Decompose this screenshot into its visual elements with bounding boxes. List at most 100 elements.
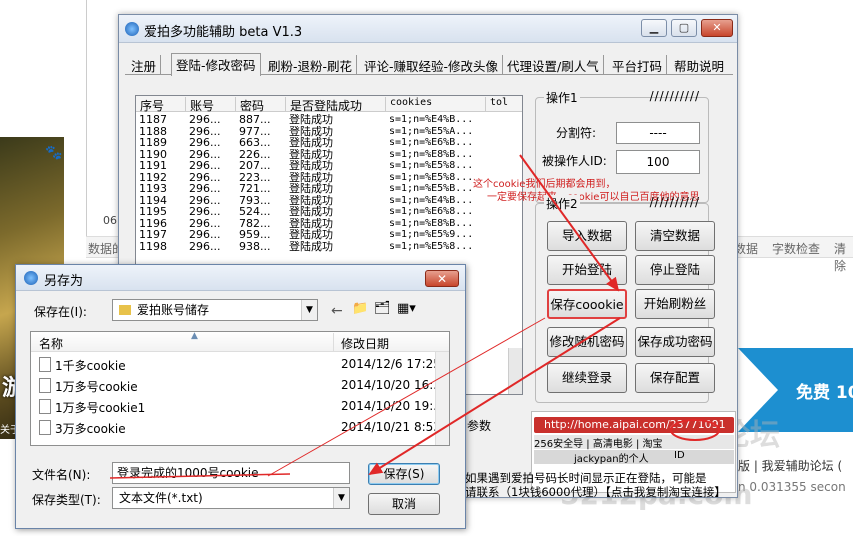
change-random-password-button[interactable]: 修改随机密码 (547, 327, 627, 357)
filetype-select[interactable]: 文本文件(*.txt) ▼ (112, 487, 350, 509)
file-date: 2014/10/20 19:... (341, 399, 445, 413)
save-in-select[interactable]: 爱拍账号储存 ▼ (112, 299, 318, 321)
save-success-password-button[interactable]: 保存成功密码 (635, 327, 715, 357)
column-header[interactable]: 修改日期 (341, 335, 389, 352)
start-login-button[interactable]: 开始登陆 (547, 255, 627, 285)
table-cell: 1192 (139, 171, 167, 183)
table-row[interactable]: 1187 296... 887... 登陆成功 s=1;n=%E4%B... (136, 114, 522, 125)
table-cell: 1188 (139, 125, 167, 137)
table-cell: 524... (239, 206, 271, 217)
table-row[interactable]: 1193 296... 721... 登陆成功 s=1;n=%E5%B... (136, 183, 522, 194)
table-row[interactable]: 1189 296... 663... 登陆成功 s=1;n=%E6%B... (136, 137, 522, 148)
save-cookie-button[interactable]: 保存coookie (547, 289, 627, 319)
column-header[interactable]: 账号 (186, 97, 236, 113)
table-cell: 登陆成功 (289, 160, 333, 171)
table-cell: 296... (189, 171, 221, 183)
background-number: 06 (103, 214, 117, 227)
file-row[interactable]: 1千多cookie 2014/12/6 17:25 (31, 354, 449, 375)
continue-login-button[interactable]: 继续登录 (547, 363, 627, 393)
table-cell: 296... (189, 125, 221, 137)
column-header[interactable]: 是否登陆成功 (286, 97, 386, 113)
file-name: 3万多cookie (55, 422, 126, 436)
import-data-button[interactable]: 导入数据 (547, 221, 627, 251)
tab-fans[interactable]: 刷粉-退粉-刷花 (264, 55, 358, 75)
close-button[interactable]: ✕ (701, 19, 733, 37)
table-cell: 登陆成功 (289, 114, 333, 125)
table-cell: 1190 (139, 148, 167, 160)
table-row[interactable]: 1194 296... 793... 登陆成功 s=1;n=%E4%B... (136, 195, 522, 206)
timing-text: n 0.031355 secon (738, 480, 846, 494)
new-folder-icon[interactable]: 🗂 (374, 301, 391, 316)
start-fans-button[interactable]: 开始刷粉丝 (635, 289, 715, 319)
separator-input[interactable]: ---- (616, 122, 700, 144)
file-date: 2014/10/20 16:... (341, 378, 445, 392)
background-frame (86, 0, 122, 236)
table-cell: 296... (189, 183, 221, 194)
save-config-button[interactable]: 保存配置 (635, 363, 715, 393)
tab-register[interactable]: 注册 (127, 55, 162, 75)
id-label: ID (674, 450, 685, 461)
file-list[interactable]: 名称 ▲ 修改日期 1千多cookie 2014/12/6 17:25 1万多号co… (30, 331, 450, 446)
forum-link[interactable]: 版 | 我爱辅助论坛 ( (738, 457, 842, 474)
table-cell: 登陆成功 (289, 171, 333, 183)
browser-tab-text: jackypan的个人 (574, 454, 649, 465)
tab-proxy[interactable]: 代理设置/刷人气 (503, 55, 604, 75)
browser-tab[interactable]: jackypan的个人 ID (534, 450, 734, 465)
column-header[interactable]: 密码 (236, 97, 286, 113)
table-row[interactable]: 1198 296... 938... 登陆成功 s=1;n=%E5%8... (136, 241, 522, 252)
column-header[interactable]: 序号 (136, 97, 186, 113)
tab-help[interactable]: 帮助说明 (670, 55, 728, 75)
strip-item[interactable]: 清除 (834, 240, 853, 274)
list-scrollbar[interactable] (508, 348, 522, 394)
table-cell: s=1;n=%E5%8... (389, 240, 474, 252)
filename-input[interactable]: 登录完成的1000号cookie (112, 462, 350, 484)
strip-item[interactable]: 字数检查 (772, 240, 820, 257)
table-cell: 887... (239, 114, 271, 125)
table-row[interactable]: 1196 296... 782... 登陆成功 s=1;n=%E8%B... (136, 218, 522, 229)
tab-login[interactable]: 登陆-修改密码 (171, 53, 261, 76)
table-row[interactable]: 1191 296... 207... 登陆成功 s=1;n=%E5%8... (136, 160, 522, 171)
group-decoration: ////////// (649, 89, 700, 103)
filename-label: 文件名(N): (32, 468, 91, 482)
dialog-close-button[interactable]: ✕ (425, 270, 459, 287)
bookmarks-bar[interactable]: 256安全导 | 高清电影 | 淘宝 (534, 435, 734, 450)
table-cell: s=1;n=%E8%B... (389, 148, 474, 160)
table-cell: 登陆成功 (289, 148, 333, 160)
table-cell: 登陆成功 (289, 229, 333, 240)
stop-login-button[interactable]: 停止登陆 (635, 255, 715, 285)
tab-captcha[interactable]: 平台打码 (608, 55, 668, 75)
filename-value: 登录完成的1000号cookie (117, 466, 259, 480)
window-title: 爱拍多功能辅助 beta V1.3 (144, 25, 303, 40)
cancel-button[interactable]: 取消 (368, 493, 440, 515)
url-bar[interactable]: http://home.aipai.com/23771091 (534, 417, 734, 433)
save-button[interactable]: 保存(S) (368, 463, 440, 485)
table-cell: 1193 (139, 183, 167, 194)
description-line[interactable]: 请联系（1块钱6000代理）【点击我复制淘宝连接】 (465, 485, 735, 499)
table-row[interactable]: 1195 296... 524... 登陆成功 s=1;n=%E6%8... (136, 206, 522, 217)
minimize-button[interactable]: ▁ (641, 19, 667, 37)
file-row[interactable]: 3万多cookie 2014/10/21 8:53 (31, 417, 449, 438)
file-list-scrollbar[interactable] (435, 352, 449, 445)
table-row[interactable]: 1192 296... 223... 登陆成功 s=1;n=%E5%8... (136, 172, 522, 183)
file-row[interactable]: 1万多号cookie 2014/10/20 16:... (31, 375, 449, 396)
table-cell: 721... (239, 183, 271, 194)
save-in-label: 保存在(I): (34, 305, 87, 319)
column-header[interactable]: cookies (386, 97, 486, 112)
up-folder-icon[interactable]: 📁 (352, 301, 368, 316)
clear-data-button[interactable]: 清空数据 (635, 221, 715, 251)
column-header[interactable]: tol (486, 97, 522, 112)
url-text: http://home.aipai.com/23771091 (544, 418, 726, 431)
group-title: 操作2 (544, 195, 580, 212)
table-row[interactable]: 1197 296... 959... 登陆成功 s=1;n=%E5%9... (136, 229, 522, 240)
table-row[interactable]: 1190 296... 226... 登陆成功 s=1;n=%E8%B... (136, 149, 522, 160)
file-row[interactable]: 1万多号cookie1 2014/10/20 19:... (31, 396, 449, 417)
table-row[interactable]: 1188 296... 977... 登陆成功 s=1;n=%E5%A... (136, 126, 522, 137)
maximize-button[interactable]: ▢ (671, 19, 697, 37)
tab-comment[interactable]: 评论-赚取经验-修改头像 (360, 55, 504, 75)
target-id-input[interactable]: 100 (616, 150, 700, 174)
description-text[interactable]: 如果遇到爱拍号码长时间显示正在登陆，可能是 请联系（1块钱6000代理）【点击我… (465, 471, 735, 499)
column-header[interactable]: 名称 (39, 335, 63, 352)
back-icon[interactable]: ← (331, 303, 343, 319)
view-menu-icon[interactable]: ▦▾ (397, 301, 416, 316)
table-cell: 1195 (139, 206, 167, 217)
